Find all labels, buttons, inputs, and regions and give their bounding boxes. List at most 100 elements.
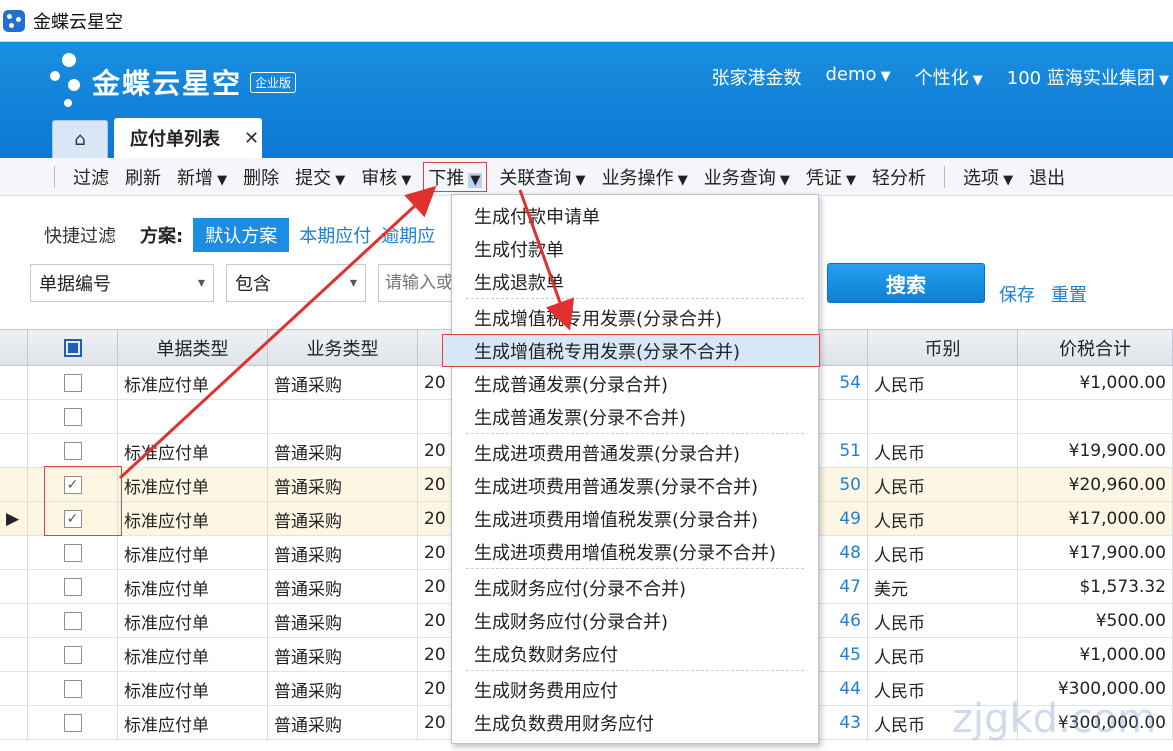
- voucher-button[interactable]: 凭证: [806, 164, 856, 190]
- col-biz-type[interactable]: 业务类型: [268, 330, 418, 366]
- toolbar-separator: [54, 165, 55, 188]
- light-analysis-button[interactable]: 轻分析: [872, 164, 926, 190]
- field-select[interactable]: 单据编号: [30, 264, 214, 302]
- save-link[interactable]: 保存: [999, 281, 1035, 307]
- cell-amount: [1018, 400, 1173, 434]
- row-checkbox-cell: [28, 400, 118, 434]
- menu-item[interactable]: 生成普通发票(分录不合并): [452, 400, 818, 433]
- col-amount[interactable]: 价税合计: [1018, 330, 1173, 366]
- row-indicator-cell: ▶: [0, 502, 28, 536]
- row-indicator-cell: [0, 604, 28, 638]
- business-query-button[interactable]: 业务查询: [704, 164, 790, 190]
- cell-amount: ¥19,900.00: [1018, 434, 1173, 468]
- cell-currency: 人民币: [868, 536, 1018, 570]
- row-checkbox[interactable]: [63, 544, 82, 562]
- operator-select[interactable]: 包含: [226, 264, 366, 302]
- menu-item[interactable]: 生成财务应付(分录合并): [452, 604, 818, 637]
- row-indicator-cell: [0, 536, 28, 570]
- search-button[interactable]: 搜索: [827, 263, 985, 303]
- menu-item[interactable]: 生成增值税专用发票(分录不合并): [442, 334, 820, 367]
- row-checkbox-cell: [28, 672, 118, 706]
- reset-link[interactable]: 重置: [1051, 281, 1087, 307]
- options-button[interactable]: 选项: [963, 164, 1013, 190]
- scheme-current-period[interactable]: 本期应付: [299, 222, 371, 248]
- col-doc-type[interactable]: 单据类型: [118, 330, 268, 366]
- kingdee-logo: 金蝶云星空 企业版: [48, 52, 297, 112]
- row-indicator-cell: [0, 400, 28, 434]
- add-button[interactable]: 新增: [177, 164, 227, 190]
- home-tab[interactable]: ⌂: [52, 120, 108, 158]
- filter-value-input[interactable]: [378, 264, 458, 302]
- row-header-corner: [0, 330, 28, 366]
- row-checkbox[interactable]: [63, 680, 82, 698]
- select-all-checkbox[interactable]: [63, 339, 82, 357]
- cell-currency: 人民币: [868, 638, 1018, 672]
- tab-payable-list[interactable]: 应付单列表 ✕: [114, 118, 262, 158]
- company-menu[interactable]: 100 蓝海实业集团: [1007, 64, 1169, 90]
- menu-item[interactable]: 生成财务应付(分录不合并): [452, 571, 818, 604]
- toolbar-separator: [943, 165, 945, 188]
- cell-biz-type: 普通采购: [268, 502, 418, 536]
- row-checkbox-cell: [28, 706, 118, 740]
- row-checkbox[interactable]: [63, 578, 82, 596]
- menu-item[interactable]: 生成进项费用增值税发票(分录不合并): [452, 535, 818, 568]
- filter-row: 单据编号 包含: [30, 264, 458, 302]
- scheme-overdue[interactable]: 逾期应: [381, 222, 435, 248]
- logo-dots-icon: [48, 53, 88, 111]
- quick-filter-row: 快捷过滤 方案: 默认方案 本期应付 逾期应: [44, 218, 435, 252]
- row-checkbox[interactable]: [63, 612, 82, 630]
- audit-button[interactable]: 审核: [361, 164, 411, 190]
- menu-item[interactable]: 生成负数财务应付: [452, 637, 818, 670]
- cell-currency: 人民币: [868, 604, 1018, 638]
- submit-button[interactable]: 提交: [295, 164, 345, 190]
- personalize-menu[interactable]: 个性化: [915, 64, 983, 90]
- row-checkbox[interactable]: [63, 442, 82, 460]
- watermark: zjgkd.com: [952, 696, 1157, 742]
- cell-biz-type: 普通采购: [268, 536, 418, 570]
- exit-button[interactable]: 退出: [1029, 164, 1065, 190]
- menu-item[interactable]: 生成付款单: [452, 232, 818, 265]
- chevron-down-icon[interactable]: ▼: [468, 172, 483, 188]
- user-menu[interactable]: demo: [825, 64, 890, 90]
- push-down-button[interactable]: 下推 ▼: [423, 161, 488, 192]
- menu-item[interactable]: 生成付款申请单: [452, 199, 818, 232]
- row-checkbox[interactable]: [63, 646, 82, 664]
- cell-doc-type: 标准应付单: [118, 468, 268, 502]
- menu-item[interactable]: 生成退款单: [452, 265, 818, 298]
- row-checkbox[interactable]: [63, 408, 82, 426]
- cell-amount: $1,573.32: [1018, 570, 1173, 604]
- menu-item[interactable]: 生成进项费用普通发票(分录不合并): [452, 469, 818, 502]
- refresh-button[interactable]: 刷新: [125, 164, 161, 190]
- scheme-default[interactable]: 默认方案: [193, 218, 290, 252]
- business-operation-button[interactable]: 业务操作: [602, 164, 688, 190]
- cell-doc-type: 标准应付单: [118, 604, 268, 638]
- col-currency[interactable]: 币别: [868, 330, 1018, 366]
- home-icon: ⌂: [74, 129, 86, 150]
- org-name[interactable]: 张家港金数: [711, 64, 801, 90]
- linked-query-button[interactable]: 关联查询: [499, 164, 585, 190]
- row-checkbox[interactable]: [63, 374, 82, 392]
- page-tabs: ⌂ 应付单列表 ✕: [52, 118, 262, 158]
- cell-doc-type: 标准应付单: [118, 536, 268, 570]
- row-indicator-cell: [0, 706, 28, 740]
- menu-item[interactable]: 生成进项费用普通发票(分录合并): [452, 436, 818, 469]
- window-titlebar: 金蝶云星空: [0, 0, 1173, 42]
- row-indicator-cell: [0, 638, 28, 672]
- annotation-checked-rows: [44, 466, 122, 536]
- menu-item[interactable]: 生成负数费用财务应付: [452, 706, 818, 739]
- cell-biz-type: 普通采购: [268, 706, 418, 740]
- cell-biz-type: [268, 400, 418, 434]
- delete-button[interactable]: 删除: [243, 164, 279, 190]
- filter-button[interactable]: 过滤: [73, 164, 109, 190]
- row-indicator-cell: [0, 434, 28, 468]
- menu-item[interactable]: 生成进项费用增值税发票(分录合并): [452, 502, 818, 535]
- menu-item[interactable]: 生成增值税专用发票(分录合并): [452, 301, 818, 334]
- row-checkbox[interactable]: [63, 714, 82, 732]
- toolbar: 过滤 刷新 新增 删除 提交 审核 下推▼ 关联查询 业务操作 业务查询 凭证 …: [0, 158, 1173, 196]
- window-title: 金蝶云星空: [33, 11, 123, 33]
- close-icon[interactable]: ✕: [244, 128, 259, 149]
- cell-doc-type: 标准应付单: [118, 706, 268, 740]
- menu-item[interactable]: 生成普通发票(分录合并): [452, 367, 818, 400]
- menu-item[interactable]: 生成财务费用应付: [452, 673, 818, 706]
- cell-biz-type: 普通采购: [268, 604, 418, 638]
